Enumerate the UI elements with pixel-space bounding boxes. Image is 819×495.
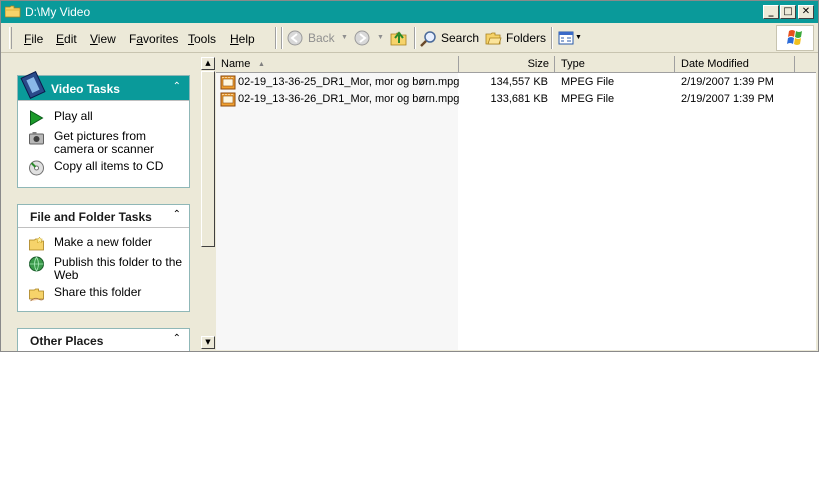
windows-logo-icon <box>776 25 814 51</box>
file-row[interactable]: 02-19_13-36-26_DR1_Mor, mor og børn.mpg … <box>216 91 816 108</box>
cd-copy-icon <box>29 160 44 176</box>
scrollbar-thumb[interactable] <box>201 71 215 247</box>
search-icon <box>420 31 436 47</box>
file-size: 133,681 KB <box>490 93 549 105</box>
views-dropdown-icon: ▼ <box>575 34 582 41</box>
toolbar-grip[interactable] <box>9 27 12 49</box>
views-button[interactable]: ▼ <box>558 29 582 47</box>
file-folder-tasks-title: File and Folder Tasks <box>30 210 152 224</box>
toolbar-separator <box>275 27 277 49</box>
play-icon <box>30 110 44 126</box>
task-pane: Video Tasks ⌃ Play all Get pictures from… <box>1 54 201 351</box>
file-name: 02-19_13-36-26_DR1_Mor, mor og børn.mpg <box>238 93 460 105</box>
sort-ascending-icon: ▲ <box>258 61 265 68</box>
file-folder-tasks-header[interactable]: File and Folder Tasks ⌃ <box>18 205 189 228</box>
toolbar-separator <box>281 27 283 49</box>
column-header-size[interactable]: Size <box>459 56 555 73</box>
file-row[interactable]: 02-19_13-36-25_DR1_Mor, mor og børn.mpg … <box>216 74 816 91</box>
folders-button[interactable]: Folders <box>485 29 547 47</box>
column-header-type[interactable]: Type <box>555 56 675 73</box>
other-places-header[interactable]: Other Places ⌃ <box>18 329 189 351</box>
share-folder-icon <box>29 288 44 302</box>
file-list-view[interactable]: Name ▲ Size Type Date Modified 02-19_13-… <box>216 56 816 350</box>
other-places-panel: Other Places ⌃ <box>17 328 190 351</box>
column-header-filler <box>795 56 816 73</box>
minimize-button[interactable]: _ <box>763 5 779 19</box>
task-pane-scrollbar[interactable]: ▲ ▼ <box>201 57 215 349</box>
video-tasks-panel: Video Tasks ⌃ Play all Get pictures from… <box>17 70 190 188</box>
column-header-name[interactable]: Name ▲ <box>216 56 459 73</box>
back-button[interactable]: Back <box>287 29 349 47</box>
toolbar-separator <box>551 27 553 49</box>
toolbar-separator <box>414 27 416 49</box>
back-dropdown-icon[interactable]: ▼ <box>341 29 348 47</box>
video-tasks-title: Video Tasks <box>51 82 120 96</box>
forward-arrow-icon <box>354 30 370 46</box>
window-title: D:\My Video <box>25 5 91 19</box>
collapse-chevron-icon[interactable]: ⌃ <box>173 333 181 345</box>
back-arrow-icon <box>287 30 303 46</box>
video-tasks-header[interactable]: Video Tasks ⌃ <box>18 70 189 101</box>
camera-icon <box>29 132 44 145</box>
folders-icon <box>485 32 502 45</box>
forward-dropdown-icon[interactable]: ▼ <box>377 29 384 47</box>
file-type: MPEG File <box>561 93 615 105</box>
title-bar[interactable]: D:\My Video _ □ ✕ <box>1 1 818 23</box>
close-button[interactable]: ✕ <box>798 5 814 19</box>
sorted-column-highlight <box>216 73 458 350</box>
menu-help[interactable]: Help <box>230 32 255 46</box>
explorer-window: D:\My Video _ □ ✕ File Edit View Favorit… <box>0 0 819 352</box>
scroll-up-icon[interactable]: ▲ <box>201 57 215 70</box>
file-size: 134,557 KB <box>490 76 549 88</box>
file-folder-tasks-panel: File and Folder Tasks ⌃ Make a new folde… <box>17 204 190 312</box>
maximize-button[interactable]: □ <box>780 5 796 19</box>
up-folder-icon <box>390 31 407 46</box>
views-icon <box>558 31 574 45</box>
menu-favorites[interactable]: Favorites <box>129 32 178 46</box>
globe-icon <box>29 256 44 272</box>
new-folder-icon <box>29 236 44 251</box>
menu-toolbar-row: File Edit View Favorites Tools Help Back… <box>1 23 818 53</box>
scroll-down-icon[interactable]: ▼ <box>201 336 215 349</box>
search-button[interactable]: Search <box>420 29 480 47</box>
file-date-modified: 2/19/2007 1:39 PM <box>681 76 774 88</box>
menu-tools[interactable]: Tools <box>188 32 216 46</box>
menu-view[interactable]: View <box>90 32 116 46</box>
mpeg-file-icon <box>220 75 236 90</box>
column-header-date-modified[interactable]: Date Modified <box>675 56 795 73</box>
file-name: 02-19_13-36-25_DR1_Mor, mor og børn.mpg <box>238 76 460 88</box>
other-places-title: Other Places <box>30 334 104 348</box>
mpeg-file-icon <box>220 92 236 107</box>
collapse-chevron-icon[interactable]: ⌃ <box>173 209 181 221</box>
file-type: MPEG File <box>561 76 615 88</box>
file-date-modified: 2/19/2007 1:39 PM <box>681 93 774 105</box>
film-strip-icon <box>20 70 46 100</box>
folder-icon <box>5 5 21 18</box>
menu-file[interactable]: File <box>24 32 43 46</box>
menu-edit[interactable]: Edit <box>56 32 77 46</box>
collapse-chevron-icon[interactable]: ⌃ <box>173 81 181 93</box>
up-folder-button[interactable] <box>390 29 410 47</box>
